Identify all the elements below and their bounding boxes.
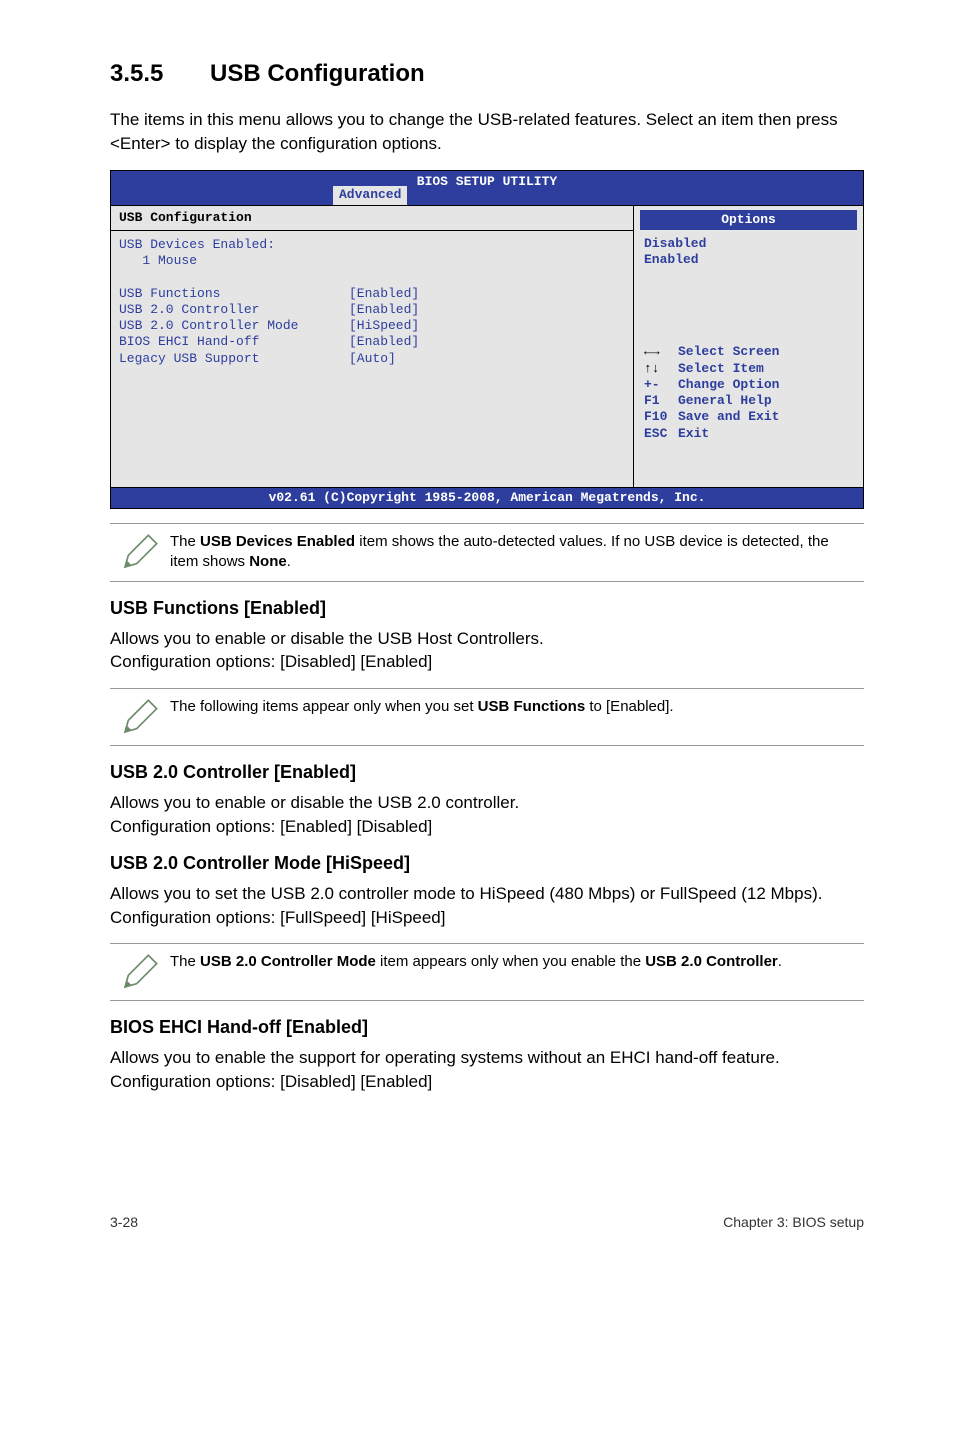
section-title: USB Configuration: [210, 60, 425, 87]
bios-options-header: Options: [640, 210, 857, 230]
bios-footer: v02.61 (C)Copyright 1985-2008, American …: [111, 487, 863, 508]
intro-paragraph: The items in this menu allows you to cha…: [110, 108, 864, 156]
subsection-heading: USB 2.0 Controller [Enabled]: [110, 762, 864, 783]
note-callout: The following items appear only when you…: [110, 688, 864, 746]
bios-option: Enabled: [644, 252, 853, 268]
note-text: The USB Devices Enabled item shows the a…: [170, 532, 858, 573]
note-text: The following items appear only when you…: [170, 697, 674, 717]
body-text: Allows you to enable the support for ope…: [110, 1046, 864, 1070]
bios-left-pane: USB Configuration USB Devices Enabled: 1…: [111, 206, 633, 487]
bios-devices-label: USB Devices Enabled:: [119, 237, 625, 253]
body-text: Allows you to enable or disable the USB …: [110, 627, 864, 651]
bios-devices-value: 1 Mouse: [119, 253, 625, 269]
bios-row: BIOS EHCI Hand-off[Enabled]: [119, 334, 625, 350]
body-text: Configuration options: [Enabled] [Disabl…: [110, 815, 864, 839]
bios-screenshot: BIOS SETUP UTILITY Advanced USB Configur…: [110, 170, 864, 510]
bios-row: USB 2.0 Controller Mode[HiSpeed]: [119, 318, 625, 334]
bios-left-header: USB Configuration: [111, 206, 633, 231]
section-number: 3.5.5: [110, 60, 210, 88]
bios-titlebar: BIOS SETUP UTILITY Advanced: [111, 171, 863, 205]
body-text: Configuration options: [Disabled] [Enabl…: [110, 650, 864, 674]
page-footer: 3-28 Chapter 3: BIOS setup: [110, 1214, 864, 1240]
bios-title: BIOS SETUP UTILITY: [111, 173, 863, 190]
note-callout: The USB 2.0 Controller Mode item appears…: [110, 943, 864, 1001]
note-callout: The USB Devices Enabled item shows the a…: [110, 523, 864, 582]
subsection-heading: USB 2.0 Controller Mode [HiSpeed]: [110, 853, 864, 874]
body-text: Allows you to set the USB 2.0 controller…: [110, 882, 864, 906]
bios-option: Disabled: [644, 236, 853, 252]
subsection-heading: USB Functions [Enabled]: [110, 598, 864, 619]
section-heading: 3.5.5USB Configuration: [110, 60, 864, 88]
subsection-heading: BIOS EHCI Hand-off [Enabled]: [110, 1017, 864, 1038]
pencil-note-icon: [110, 532, 170, 572]
bios-row: Legacy USB Support[Auto]: [119, 351, 625, 367]
bios-row: USB Functions[Enabled]: [119, 286, 625, 302]
body-text: Configuration options: [Disabled] [Enabl…: [110, 1070, 864, 1094]
bios-right-pane: Options Disabled Enabled ←→Select Screen…: [633, 206, 863, 487]
page-number: 3-28: [110, 1214, 138, 1230]
body-text: Allows you to enable or disable the USB …: [110, 791, 864, 815]
chapter-label: Chapter 3: BIOS setup: [723, 1214, 864, 1230]
bios-nav-hints: ←→Select Screen ↑↓Select Item +-Change O…: [634, 338, 863, 442]
bios-tab-advanced: Advanced: [333, 186, 407, 204]
note-text: The USB 2.0 Controller Mode item appears…: [170, 952, 782, 972]
body-text: Configuration options: [FullSpeed] [HiSp…: [110, 906, 864, 930]
bios-row: USB 2.0 Controller[Enabled]: [119, 302, 625, 318]
pencil-note-icon: [110, 952, 170, 992]
pencil-note-icon: [110, 697, 170, 737]
